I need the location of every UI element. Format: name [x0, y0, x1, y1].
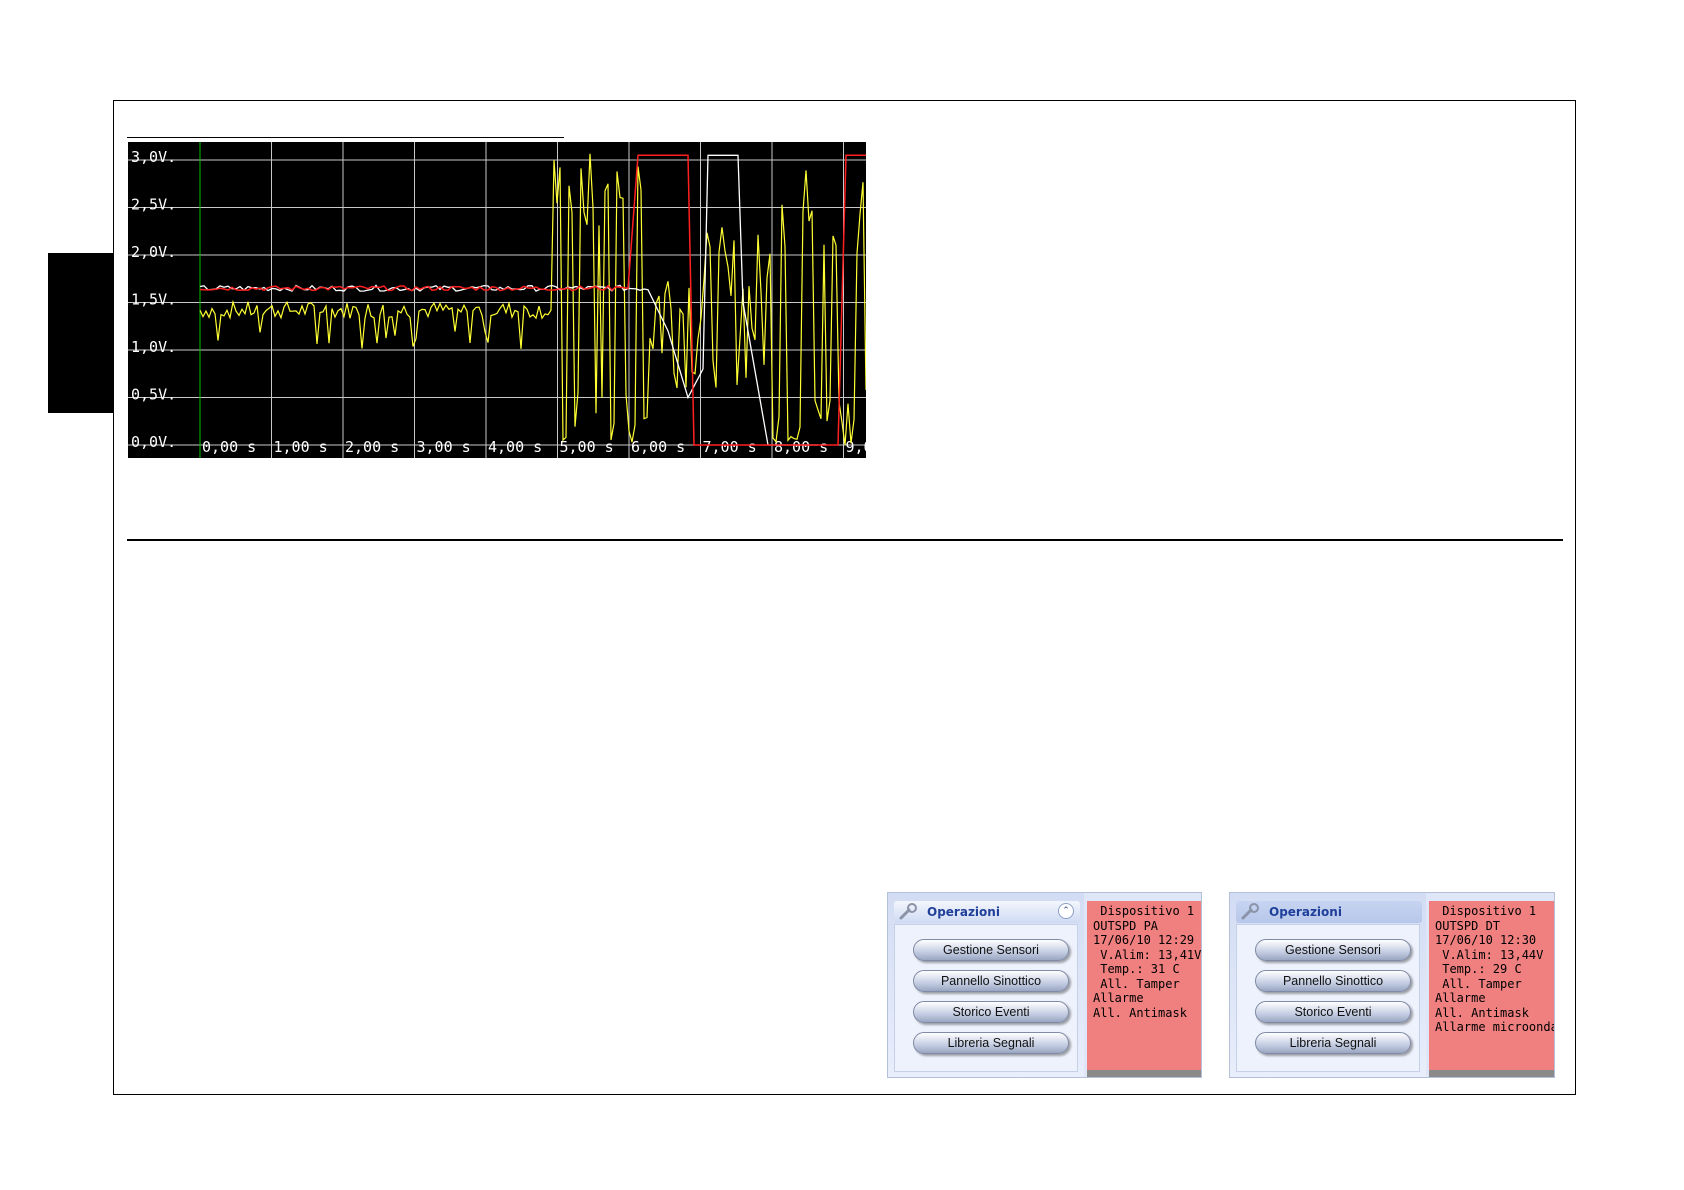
info-line: V.Alim: 13,44V [1435, 947, 1544, 962]
x-axis-label: 9,0 [846, 438, 867, 456]
y-axis-label: 0,5V. [131, 386, 176, 404]
info-line: All. Antimask [1435, 1005, 1529, 1020]
operations-header[interactable]: Operazioni ⌃ [894, 901, 1080, 923]
gestione-sensori-button[interactable]: Gestione Sensori [1255, 939, 1411, 961]
y-axis-label: 1,5V. [131, 291, 176, 309]
white-trace [199, 154, 818, 446]
wrench-icon [899, 903, 917, 920]
storico-eventi-button[interactable]: Storico Eventi [1255, 1001, 1411, 1023]
device-info-box: Dispositivo 1 OUTSPD DT 17/06/10 12:30 V.A… [1429, 901, 1554, 1072]
x-axis-label: 0,00 s [202, 438, 256, 456]
yellow-trace [199, 153, 866, 446]
operations-menu: Gestione Sensori Pannello Sinottico Stor… [894, 924, 1078, 1072]
scope-x-labels: 0,00 s 1,00 s 2,00 s 3,00 s 4,00 s 5,00 s 6,00… [202, 438, 866, 456]
y-axis-label: 2,5V. [131, 196, 176, 214]
info-line: All. Tamper [1093, 976, 1180, 991]
y-axis-label: 2,0V. [131, 243, 176, 261]
info-line: 17/06/10 12:29 [1093, 933, 1195, 947]
device-info-box: Dispositivo 1 OUTSPD PA 17/06/10 12:29 V.A… [1087, 901, 1201, 1072]
libreria-segnali-button[interactable]: Libreria Segnali [913, 1032, 1069, 1054]
operations-sidebar: Operazioni ⌃ Gestione Sensori Pannello S… [888, 893, 1084, 1077]
oscilloscope-display: 3,0V. 2,5V. 2,0V. 1,5V. 1,0V. 0,5V. 0,0V. 0,00… [128, 142, 866, 458]
operations-header[interactable]: Operazioni [1236, 901, 1422, 923]
info-line: All. Tamper [1435, 976, 1522, 991]
info-line: Allarme [1435, 991, 1486, 1005]
scope-traces [199, 153, 866, 446]
oscilloscope-plot: 3,0V. 2,5V. 2,0V. 1,5V. 1,0V. 0,5V. 0,0V. 0,00… [128, 142, 866, 458]
y-axis-label: 0,0V. [131, 433, 176, 451]
operations-title: Operazioni [1269, 905, 1342, 919]
libreria-segnali-button[interactable]: Libreria Segnali [1255, 1032, 1411, 1054]
info-line: OUTSPD PA [1093, 918, 1159, 933]
info-line: Temp.: 29 C [1435, 962, 1522, 976]
y-axis-label: 3,0V. [131, 148, 176, 166]
x-axis-label: 4,00 s [488, 438, 542, 456]
x-axis-label: 3,00 s [417, 438, 471, 456]
y-axis-label: 1,0V. [131, 338, 176, 356]
scope-grid [128, 142, 866, 458]
collapse-chevron-icon[interactable]: ⌃ [1058, 903, 1074, 919]
wrench-icon [1241, 903, 1259, 920]
info-line: Allarme microonda [1435, 1020, 1554, 1034]
info-line: All. Antimask [1093, 1005, 1187, 1020]
gestione-sensori-button[interactable]: Gestione Sensori [913, 939, 1069, 961]
x-axis-label: 7,00 s [703, 438, 757, 456]
pannello-sinottico-button[interactable]: Pannello Sinottico [1255, 970, 1411, 992]
info-line: V.Alim: 13,41V [1093, 947, 1201, 962]
info-line: OUTSPD DT [1435, 918, 1501, 933]
x-axis-label: 5,00 s [560, 438, 614, 456]
info-line: Allarme [1093, 991, 1144, 1005]
x-axis-label: 1,00 s [274, 438, 328, 456]
pannello-sinottico-button[interactable]: Pannello Sinottico [913, 970, 1069, 992]
operations-menu: Gestione Sensori Pannello Sinottico Stor… [1236, 924, 1420, 1072]
scope-y-labels: 3,0V. 2,5V. 2,0V. 1,5V. 1,0V. 0,5V. 0,0V. [131, 148, 176, 451]
status-panel-pa: Operazioni ⌃ Gestione Sensori Pannello S… [887, 892, 1202, 1078]
section-divider [127, 539, 1563, 541]
status-panel-dt: Operazioni Gestione Sensori Pannello Sin… [1229, 892, 1555, 1078]
x-axis-label: 8,00 s [774, 438, 828, 456]
info-scrollbar[interactable] [1429, 1070, 1554, 1077]
top-rule [127, 137, 564, 138]
x-axis-label: 2,00 s [345, 438, 399, 456]
operations-sidebar: Operazioni Gestione Sensori Pannello Sin… [1230, 893, 1426, 1077]
info-scrollbar[interactable] [1087, 1070, 1201, 1077]
info-line: Temp.: 31 C [1093, 962, 1180, 976]
operations-title: Operazioni [927, 905, 1000, 919]
info-line: Dispositivo 1 [1093, 904, 1195, 918]
info-line: 17/06/10 12:30 [1435, 933, 1537, 947]
x-axis-label: 6,00 s [631, 438, 685, 456]
info-line: Dispositivo 1 [1435, 904, 1537, 918]
storico-eventi-button[interactable]: Storico Eventi [913, 1001, 1069, 1023]
side-tab-marker [48, 253, 113, 413]
